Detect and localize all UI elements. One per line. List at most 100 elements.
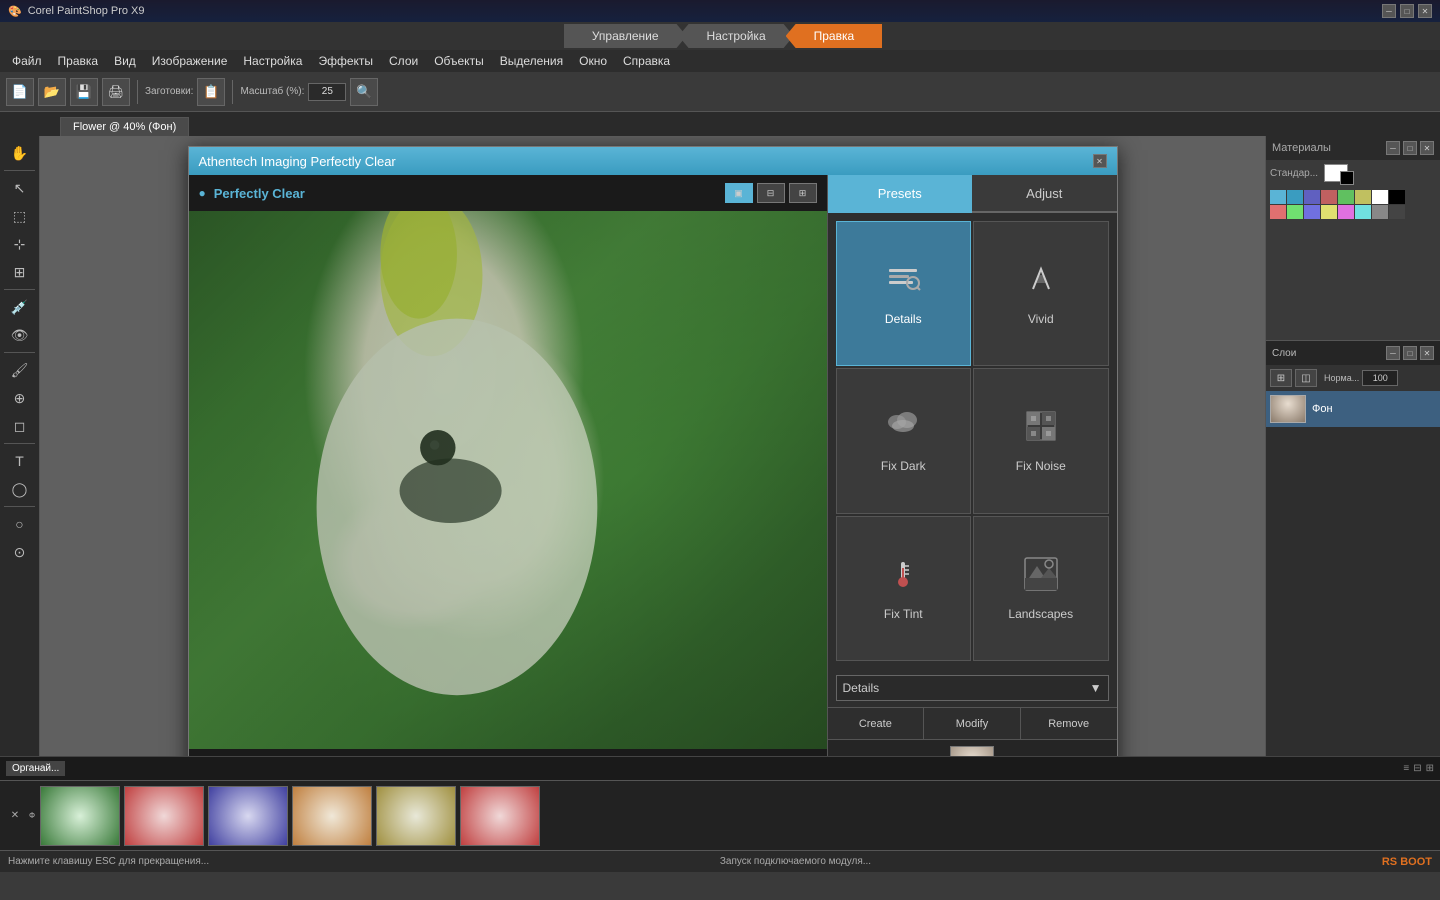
freehand-tool[interactable]: ⬚	[6, 203, 34, 229]
preset-fix-dark[interactable]: Fix Dark	[836, 368, 972, 513]
vivid-label: Vivid	[1028, 312, 1054, 326]
new-button[interactable]: 📄	[6, 78, 34, 106]
presets-dropdown[interactable]: Details ▼	[836, 675, 1109, 701]
view-single-btn[interactable]: ▣	[725, 183, 753, 203]
view-double-btn[interactable]: ⊞	[789, 183, 817, 203]
tab-adjust[interactable]: Adjust	[972, 175, 1117, 213]
menu-edit[interactable]: Правка	[50, 52, 107, 70]
color-swatch[interactable]	[1389, 190, 1405, 204]
modify-preset-button[interactable]: Modify	[924, 708, 1021, 739]
side-label-1: Ф	[29, 811, 35, 820]
film-thumb-1[interactable]	[40, 786, 120, 846]
preset-details[interactable]: Details	[836, 221, 972, 366]
color-swatch[interactable]	[1355, 205, 1371, 219]
preset-btn[interactable]: 📋	[197, 78, 225, 106]
dodge-tool[interactable]: ○	[6, 511, 34, 537]
color-swatch[interactable]	[1304, 190, 1320, 204]
preset-landscapes[interactable]: Landscapes	[973, 516, 1109, 661]
paint-tool[interactable]: 🖌	[6, 357, 34, 383]
filmstrip-tab-organizer[interactable]: Органай...	[6, 761, 65, 776]
fix-noise-icon	[1023, 408, 1059, 451]
save-button[interactable]: 💾	[70, 78, 98, 106]
color-swatch[interactable]	[1321, 205, 1337, 219]
color-swatch[interactable]	[1321, 190, 1337, 204]
layer-toolbar-btn-1[interactable]: ⊞	[1270, 369, 1292, 387]
nav-edit[interactable]: Правка	[786, 24, 883, 48]
menu-help[interactable]: Справка	[615, 52, 678, 70]
preset-thumb-1[interactable]	[950, 746, 994, 757]
view-split-btn[interactable]: ⊟	[757, 183, 785, 203]
color-swatch[interactable]	[1389, 205, 1405, 219]
nav-manage[interactable]: Управление	[564, 24, 687, 48]
panel-float-btn[interactable]: □	[1403, 141, 1417, 155]
layers-panel-float[interactable]: □	[1403, 346, 1417, 360]
select-tool[interactable]: ↖	[6, 175, 34, 201]
tab-flower[interactable]: Flower @ 40% (Фон)	[60, 117, 189, 136]
clone-tool[interactable]: ⊕	[6, 385, 34, 411]
film-thumb-6[interactable]	[460, 786, 540, 846]
color-swatch[interactable]	[1355, 190, 1371, 204]
chevron-down-icon: ▼	[1090, 681, 1102, 695]
view-tool[interactable]: 👁	[6, 322, 34, 348]
layer-item-fon[interactable]: Фон	[1266, 391, 1440, 427]
close-button[interactable]: ✕	[1418, 4, 1432, 18]
menu-selections[interactable]: Выделения	[492, 52, 571, 70]
dialog-title-controls: ✕	[1093, 154, 1107, 168]
minimize-button[interactable]: ─	[1382, 4, 1396, 18]
color-swatch[interactable]	[1372, 205, 1388, 219]
crop-tool[interactable]: ⊹	[6, 231, 34, 257]
color-swatch[interactable]	[1338, 205, 1354, 219]
film-thumb-5[interactable]	[376, 786, 456, 846]
canvas-area: Athentech Imaging Perfectly Clear ✕ ● Pe…	[40, 136, 1265, 756]
layers-panel-close[interactable]: ✕	[1420, 346, 1434, 360]
eyedropper-tool[interactable]: 💉	[6, 294, 34, 320]
print-button[interactable]: 🖨	[102, 78, 130, 106]
menu-image[interactable]: Изображение	[144, 52, 236, 70]
shape-tool[interactable]: ◯	[6, 476, 34, 502]
tab-presets[interactable]: Presets	[828, 175, 973, 213]
zoom-out-btn[interactable]: 🔍	[350, 78, 378, 106]
menu-settings[interactable]: Настройка	[235, 52, 310, 70]
filmstrip-close-btn[interactable]: ✕	[6, 786, 24, 846]
color-swatch[interactable]	[1270, 190, 1286, 204]
panel-close-btn[interactable]: ✕	[1420, 141, 1434, 155]
title-bar-controls[interactable]: ─ □ ✕	[1382, 4, 1432, 18]
preset-fix-noise[interactable]: Fix Noise	[973, 368, 1109, 513]
menu-view[interactable]: Вид	[106, 52, 144, 70]
color-swatch[interactable]	[1338, 190, 1354, 204]
menu-objects[interactable]: Объекты	[426, 52, 492, 70]
film-thumb-3[interactable]	[208, 786, 288, 846]
color-swatch[interactable]	[1270, 205, 1286, 219]
color-swatch[interactable]	[1304, 205, 1320, 219]
preset-fix-tint[interactable]: Fix Tint	[836, 516, 972, 661]
film-thumb-2[interactable]	[124, 786, 204, 846]
layers-panel-minimize[interactable]: ─	[1386, 346, 1400, 360]
menu-file[interactable]: Файл	[4, 52, 50, 70]
create-preset-button[interactable]: Create	[828, 708, 925, 739]
straighten-tool[interactable]: ⊞	[6, 259, 34, 285]
dialog-close-button[interactable]: ✕	[1093, 154, 1107, 168]
menu-layers[interactable]: Слои	[381, 52, 426, 70]
tool-separator-5	[4, 506, 35, 507]
opacity-input[interactable]	[1362, 370, 1398, 386]
remove-preset-button[interactable]: Remove	[1021, 708, 1117, 739]
pan-tool[interactable]: ✋	[6, 140, 34, 166]
color-swatch[interactable]	[1372, 190, 1388, 204]
blur-tool[interactable]: ⊙	[6, 539, 34, 565]
nav-settings[interactable]: Настройка	[679, 24, 794, 48]
preset-vivid[interactable]: Vivid	[973, 221, 1109, 366]
menu-window[interactable]: Окно	[571, 52, 615, 70]
open-button[interactable]: 📂	[38, 78, 66, 106]
erase-tool[interactable]: ◻	[6, 413, 34, 439]
maximize-button[interactable]: □	[1400, 4, 1414, 18]
film-thumb-4[interactable]	[292, 786, 372, 846]
zoom-input[interactable]	[308, 83, 346, 101]
layer-toolbar-btn-2[interactable]: ◫	[1295, 369, 1317, 387]
color-swatch[interactable]	[1287, 190, 1303, 204]
color-swatch[interactable]	[1287, 205, 1303, 219]
background-color-swatch[interactable]	[1340, 171, 1354, 185]
preview-image[interactable]	[189, 211, 827, 749]
text-tool[interactable]: T	[6, 448, 34, 474]
panel-minimize-btn[interactable]: ─	[1386, 141, 1400, 155]
menu-effects[interactable]: Эффекты	[310, 52, 381, 70]
